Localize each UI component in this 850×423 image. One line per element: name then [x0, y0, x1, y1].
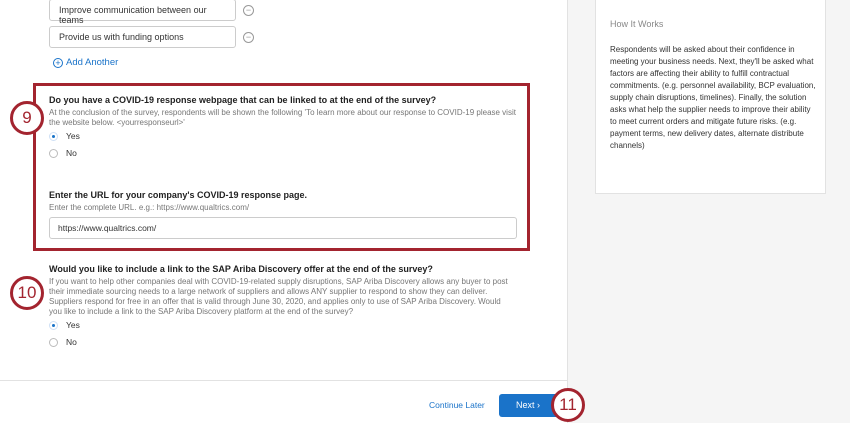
- radio-q10-no[interactable]: No: [49, 337, 77, 347]
- radio-unselected-icon: [49, 148, 58, 158]
- question-10-title: Would you like to include a link to the …: [49, 264, 433, 274]
- how-it-works-title: How It Works: [610, 19, 664, 29]
- footer-divider: [0, 380, 568, 381]
- radio-q10-yes[interactable]: Yes: [49, 320, 80, 330]
- how-it-works-card: How It Works Respondents will be asked a…: [595, 0, 826, 194]
- remove-option-icon[interactable]: −: [243, 5, 254, 16]
- next-label: Next: [516, 400, 535, 410]
- continue-later-link[interactable]: Continue Later: [429, 400, 485, 410]
- add-another-button[interactable]: + Add Another: [53, 57, 118, 68]
- chevron-right-icon: ›: [537, 400, 541, 410]
- radio-selected-icon: [49, 320, 58, 330]
- radio-label: Yes: [66, 131, 80, 141]
- radio-label: No: [66, 148, 77, 158]
- add-another-label: Add Another: [66, 57, 119, 68]
- radio-q9-yes[interactable]: Yes: [49, 131, 80, 141]
- radio-q9-no[interactable]: No: [49, 148, 77, 158]
- option-input[interactable]: Provide us with funding options: [49, 26, 236, 48]
- question-9-title: Do you have a COVID-19 response webpage …: [49, 95, 437, 105]
- callout-badge: 9: [10, 101, 44, 135]
- url-field-label: Enter the URL for your company's COVID-1…: [49, 190, 308, 200]
- question-9-description: At the conclusion of the survey, respond…: [49, 108, 516, 127]
- option-input[interactable]: Improve communication between our teams: [49, 0, 236, 25]
- survey-main-panel: Improve communication between our teams …: [0, 0, 568, 423]
- remove-option-icon[interactable]: −: [243, 32, 254, 43]
- covid-url-input[interactable]: https://www.qualtrics.com/: [49, 217, 517, 239]
- radio-label: No: [66, 337, 77, 347]
- url-field-hint: Enter the complete URL. e.g.: https://ww…: [49, 203, 250, 212]
- radio-unselected-icon: [49, 337, 58, 347]
- how-it-works-body: Respondents will be asked about their co…: [610, 45, 816, 150]
- question-10-description: If you want to help other companies deal…: [49, 277, 508, 316]
- callout-badge: 10: [10, 276, 44, 310]
- callout-badge: 11: [551, 388, 585, 422]
- radio-selected-icon: [49, 131, 58, 141]
- radio-label: Yes: [66, 320, 80, 330]
- plus-circle-icon: +: [53, 57, 63, 68]
